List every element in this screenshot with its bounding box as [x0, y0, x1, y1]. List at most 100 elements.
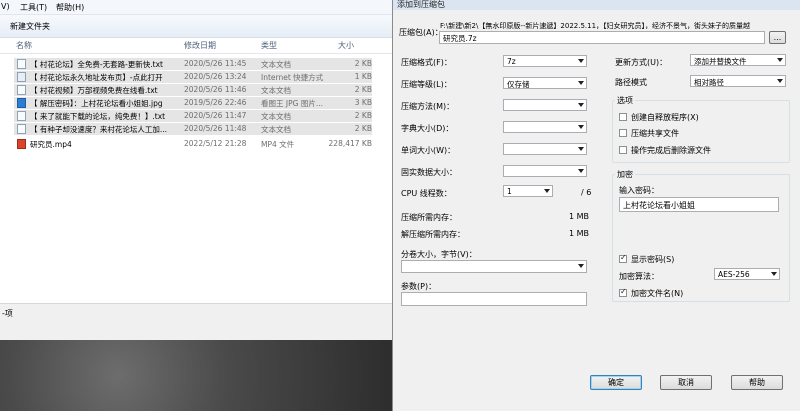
file-row[interactable]: 研究员.mp4 2022/5/12 21:28 MP4 文件 228,417 K…: [14, 138, 372, 150]
browse-button[interactable]: ...: [769, 31, 786, 44]
dict-label: 字典大小(D)：: [401, 124, 454, 133]
dialog-title-bar: 添加到压缩包: [393, 0, 800, 10]
mem-decomp-label: 解压缩所需内存：: [401, 230, 465, 239]
file-row[interactable]: 【 村花论坛】全免费-无套路-更新快.txt 2020/5/26 11:45 文…: [14, 58, 372, 70]
file-size: 228,417 KB: [328, 139, 372, 148]
password-label: 输入密码：: [619, 186, 659, 195]
chevron-down-icon: [578, 59, 584, 63]
mem-comp-label: 压缩所需内存：: [401, 213, 457, 222]
status-text: -项: [2, 309, 13, 318]
chevron-down-icon: [777, 58, 783, 62]
image-file-icon: [17, 98, 26, 108]
file-name: 【 解压密码】：上村花论坛看小姐姐.jpg: [30, 99, 163, 108]
new-folder-button[interactable]: 新建文件夹: [10, 21, 50, 32]
chevron-down-icon: [771, 272, 777, 276]
file-size: 2 KB: [354, 85, 372, 94]
chevron-down-icon: [578, 147, 584, 151]
archive-path-value: 研究员.7z: [443, 34, 477, 43]
file-explorer-window: V) 工具(T) 帮助(H) 新建文件夹 名称 修改日期 类型 大小 【 村花论…: [0, 0, 392, 341]
dialog-title: 添加到压缩包: [397, 0, 445, 9]
encrypt-names-checkbox[interactable]: [619, 287, 627, 297]
file-name: 【 村花视频】万部视频免费在线看.txt: [30, 86, 158, 95]
params-label: 参数(P)：: [401, 282, 437, 291]
chevron-down-icon: [578, 81, 584, 85]
file-row[interactable]: 【 村花视频】万部视频免费在线看.txt 2020/5/26 11:46 文本文…: [14, 84, 372, 96]
word-select[interactable]: [503, 143, 587, 155]
params-input[interactable]: [401, 292, 587, 306]
shared-files-label: 压缩共享文件: [631, 129, 679, 138]
help-button[interactable]: 帮助: [731, 375, 783, 390]
cpu-select[interactable]: 1: [503, 185, 553, 197]
split-size-select[interactable]: [401, 260, 587, 273]
file-row[interactable]: 【 村花论坛永久地址发布页】-点此打开 2020/5/26 13:24 Inte…: [14, 71, 372, 83]
sfx-checkbox[interactable]: [619, 113, 627, 121]
archive-path-text: F:\新建\新2\【無水印原版--新片速遞】2022.5.11，【妇女研究员】，…: [440, 22, 751, 30]
chevron-down-icon: [544, 189, 550, 193]
level-select[interactable]: 仅存储: [503, 77, 587, 89]
cpu-total: / 6: [581, 188, 592, 197]
update-label: 更新方式(U)：: [615, 58, 668, 67]
show-password-label: 显示密码(S): [631, 255, 675, 264]
file-row[interactable]: 【 来了就能下载的论坛，纯免费！】.txt 2020/5/26 11:47 文本…: [14, 110, 372, 122]
column-date[interactable]: 修改日期: [184, 40, 216, 51]
cancel-button[interactable]: 取消: [660, 375, 712, 390]
chevron-down-icon: [578, 264, 584, 268]
level-value: 仅存储: [507, 80, 530, 89]
solid-select[interactable]: [503, 165, 587, 177]
level-label: 压缩等级(L)：: [401, 80, 452, 89]
menu-help[interactable]: 帮助(H): [56, 2, 84, 13]
update-mode-value: 添加并替换文件: [694, 57, 747, 66]
format-value: 7z: [507, 57, 516, 66]
menu-bar: V) 工具(T) 帮助(H): [0, 0, 392, 15]
file-type: Internet 快捷方式: [261, 73, 324, 82]
encryption-title: 加密: [615, 169, 635, 180]
update-mode-select[interactable]: 添加并替换文件: [690, 54, 786, 66]
chevron-down-icon: [578, 103, 584, 107]
explorer-toolbar: 新建文件夹: [0, 15, 392, 38]
add-to-archive-dialog: 添加到压缩包 压缩包(A)： F:\新建\新2\【無水印原版--新片速遞】202…: [392, 0, 800, 411]
delete-after-checkbox[interactable]: [619, 146, 627, 154]
path-mode-select[interactable]: 相对路径: [690, 75, 786, 87]
chevron-down-icon: [578, 169, 584, 173]
column-type[interactable]: 类型: [261, 40, 277, 51]
options-title: 选项: [615, 95, 635, 106]
dict-select[interactable]: [503, 121, 587, 133]
archive-path-input[interactable]: 研究员.7z: [439, 31, 765, 44]
file-date: 2022/5/12 21:28: [184, 139, 247, 148]
file-size: 2 KB: [354, 111, 372, 120]
format-label: 压缩格式(F)：: [401, 58, 452, 67]
path-mode-value: 相对路径: [694, 78, 724, 87]
shared-files-checkbox[interactable]: [619, 129, 627, 137]
text-file-icon: [17, 124, 26, 134]
file-row[interactable]: 【 解压密码】：上村花论坛看小姐姐.jpg 2019/5/26 22:46 看图…: [14, 97, 372, 109]
chevron-down-icon: [777, 79, 783, 83]
shortcut-icon: [17, 72, 26, 82]
delete-after-label: 操作完成后删除源文件: [631, 146, 711, 155]
ok-button[interactable]: 确定: [590, 375, 642, 390]
menu-view[interactable]: V): [1, 2, 10, 11]
file-name: 【 有种子却没速度？来村花论坛人工加...: [30, 125, 168, 134]
encrypt-names-label: 加密文件名(N): [631, 289, 684, 298]
file-date: 2020/5/26 11:46: [184, 85, 247, 94]
file-type: 文本文档: [261, 125, 291, 134]
password-input[interactable]: 上村花论坛看小姐姐: [619, 197, 779, 212]
mem-comp-value: 1 MB: [569, 212, 590, 221]
mem-decomp-value: 1 MB: [569, 229, 590, 238]
text-file-icon: [17, 85, 26, 95]
enc-method-label: 加密算法：: [619, 272, 659, 281]
menu-tools[interactable]: 工具(T): [20, 2, 47, 13]
show-password-checkbox[interactable]: [619, 253, 627, 263]
format-select[interactable]: 7z: [503, 55, 587, 67]
sfx-label: 创建自释放程序(X): [631, 113, 699, 122]
file-name: 研究员.mp4: [30, 140, 72, 149]
file-type: 文本文档: [261, 112, 291, 121]
column-name[interactable]: 名称: [16, 40, 32, 51]
method-select[interactable]: [503, 99, 587, 111]
text-file-icon: [17, 59, 26, 69]
column-size[interactable]: 大小: [338, 40, 354, 51]
archive-label: 压缩包(A)：: [399, 28, 443, 37]
pathmode-label: 路径模式: [615, 78, 647, 87]
password-value: 上村花论坛看小姐姐: [623, 201, 695, 210]
file-row[interactable]: 【 有种子却没速度？来村花论坛人工加... 2020/5/26 11:48 文本…: [14, 123, 372, 135]
enc-method-select[interactable]: AES-256: [714, 268, 780, 280]
